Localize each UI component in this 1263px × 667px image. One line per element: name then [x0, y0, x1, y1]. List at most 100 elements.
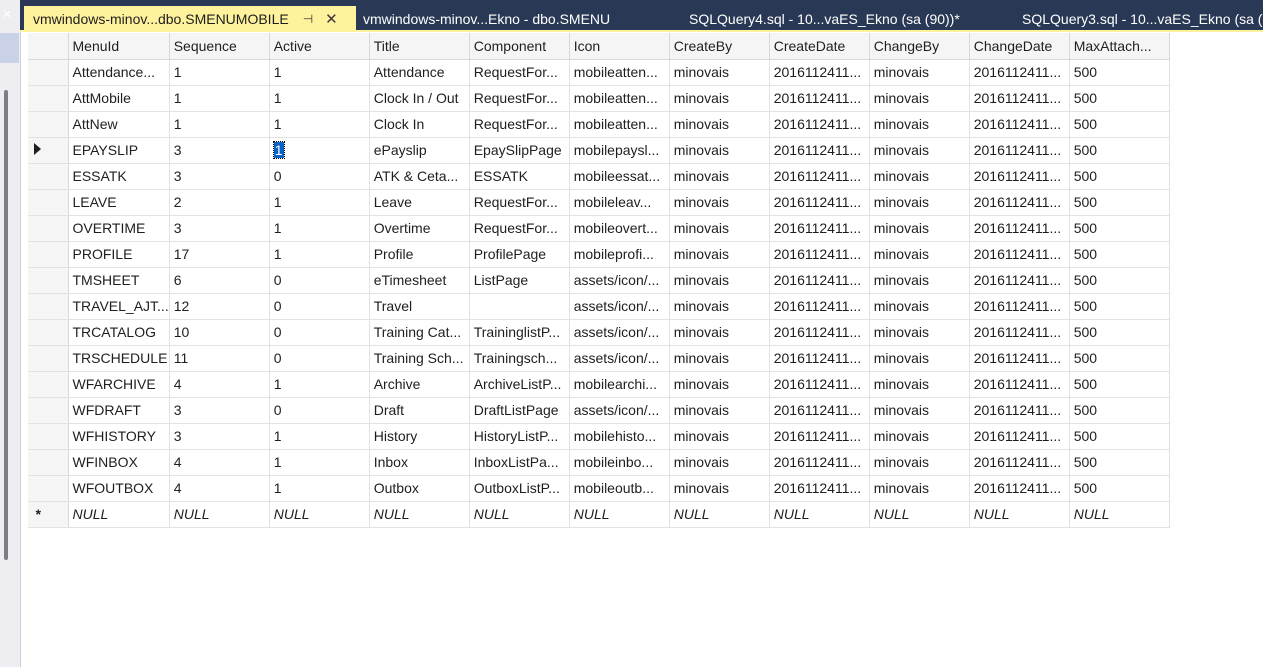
table-cell[interactable]: 1 [269, 85, 370, 112]
table-cell[interactable]: 500 [1069, 475, 1170, 502]
table-cell[interactable]: OutboxListP... [469, 475, 570, 502]
row-selector[interactable] [28, 241, 69, 268]
table-cell[interactable]: 1 [269, 111, 370, 138]
row-selector[interactable] [28, 267, 69, 294]
table-cell[interactable]: Travel [369, 293, 470, 320]
table-cell[interactable]: mobilepaysl... [569, 137, 670, 164]
table-row[interactable]: TRCATALOG 10 0 Training Cat... TraininglistP… [28, 319, 1170, 346]
table-cell[interactable]: TRCATALOG [68, 319, 170, 346]
table-cell[interactable] [469, 293, 570, 320]
row-selector[interactable] [28, 423, 69, 450]
table-cell[interactable]: 2016112411... [969, 59, 1070, 86]
row-selector[interactable] [28, 163, 69, 190]
close-icon[interactable]: ✕ [325, 10, 338, 28]
table-cell[interactable]: 2016112411... [969, 449, 1070, 476]
table-cell[interactable]: 1 [169, 111, 270, 138]
table-cell[interactable]: WFDRAFT [68, 397, 170, 424]
table-cell[interactable]: 2016112411... [769, 267, 870, 294]
table-cell[interactable]: 4 [169, 449, 270, 476]
table-cell[interactable]: minovais [669, 449, 770, 476]
table-cell[interactable]: minovais [869, 241, 970, 268]
table-cell[interactable]: 12 [169, 293, 270, 320]
table-cell[interactable]: NULL [1069, 501, 1170, 528]
results-grid[interactable]: MenuId Sequence Active Title Component Icon Cr… [28, 33, 1170, 528]
table-cell[interactable]: 0 [269, 293, 370, 320]
new-row[interactable]: * NULL NULL NULL NULL NULL NULL NULL NULL NULL NUL… [28, 501, 1170, 528]
table-cell[interactable]: 2016112411... [769, 449, 870, 476]
table-cell[interactable]: minovais [869, 371, 970, 398]
table-cell[interactable]: 1 [269, 371, 370, 398]
table-cell[interactable]: Trainingsch... [469, 345, 570, 372]
table-cell[interactable]: 2016112411... [769, 85, 870, 112]
column-header-changeby[interactable]: ChangeBy [869, 33, 970, 60]
table-cell[interactable]: ProfilePage [469, 241, 570, 268]
table-cell[interactable]: 2016112411... [769, 475, 870, 502]
pin-icon[interactable]: ⊣ [303, 12, 313, 26]
table-cell[interactable]: mobilehisto... [569, 423, 670, 450]
table-cell[interactable]: minovais [669, 345, 770, 372]
row-selector[interactable] [28, 345, 69, 372]
tab-smenumobile[interactable]: vmwindows-minov...dbo.SMENUMOBILE ⊣ ✕ [24, 6, 356, 32]
table-cell[interactable]: Overtime [369, 215, 470, 242]
table-cell[interactable]: Inbox [369, 449, 470, 476]
table-cell[interactable]: PROFILE [68, 241, 170, 268]
table-cell[interactable]: 500 [1069, 137, 1170, 164]
grid-corner[interactable] [28, 33, 69, 60]
table-cell[interactable]: assets/icon/... [569, 319, 670, 346]
table-cell[interactable]: 2016112411... [769, 345, 870, 372]
table-cell[interactable]: minovais [669, 59, 770, 86]
table-cell[interactable]: 500 [1069, 85, 1170, 112]
table-cell[interactable]: HistoryListP... [469, 423, 570, 450]
column-header-changedate[interactable]: ChangeDate [969, 33, 1070, 60]
table-cell[interactable]: mobileatten... [569, 59, 670, 86]
row-selector[interactable] [28, 111, 69, 138]
table-cell[interactable]: DraftListPage [469, 397, 570, 424]
table-cell[interactable]: 2016112411... [769, 189, 870, 216]
table-cell[interactable]: Attendance [369, 59, 470, 86]
table-cell[interactable]: 0 [269, 397, 370, 424]
table-cell[interactable]: NULL [969, 501, 1070, 528]
table-cell[interactable]: 2016112411... [769, 319, 870, 346]
table-cell[interactable]: minovais [869, 137, 970, 164]
table-cell[interactable]: minovais [869, 111, 970, 138]
table-cell[interactable]: minovais [669, 111, 770, 138]
table-cell[interactable]: 0 [269, 163, 370, 190]
table-cell[interactable]: 0 [269, 319, 370, 346]
table-row[interactable]: AttMobile 1 1 Clock In / Out RequestFor... mo… [28, 85, 1170, 112]
table-cell[interactable]: NULL [68, 501, 170, 528]
table-cell[interactable]: 500 [1069, 449, 1170, 476]
table-cell[interactable]: Clock In [369, 111, 470, 138]
table-cell[interactable]: minovais [669, 319, 770, 346]
table-cell[interactable]: 2016112411... [969, 163, 1070, 190]
table-cell[interactable]: 2016112411... [769, 111, 870, 138]
table-cell[interactable]: NULL [369, 501, 470, 528]
table-cell[interactable]: minovais [669, 137, 770, 164]
table-cell[interactable]: LEAVE [68, 189, 170, 216]
column-header-title[interactable]: Title [369, 33, 470, 60]
table-row[interactable]: AttNew 1 1 Clock In RequestFor... mobileatten… [28, 111, 1170, 138]
table-cell[interactable]: 2016112411... [969, 293, 1070, 320]
table-cell[interactable]: 2016112411... [969, 423, 1070, 450]
tab-sqlquery3[interactable]: SQLQuery3.sql - 10...vaES_Ekno (sa (6 [1013, 6, 1263, 32]
column-header-menuid[interactable]: MenuId [68, 33, 170, 60]
table-cell[interactable]: ATK & Ceta... [369, 163, 470, 190]
table-cell[interactable]: OVERTIME [68, 215, 170, 242]
left-panel-close-icon[interactable]: × [0, 6, 14, 24]
row-selector[interactable] [28, 215, 69, 242]
table-cell[interactable]: 1 [269, 189, 370, 216]
table-cell[interactable]: assets/icon/... [569, 267, 670, 294]
table-cell[interactable]: RequestFor... [469, 215, 570, 242]
column-header-maxattach[interactable]: MaxAttach... [1069, 33, 1170, 60]
table-cell[interactable]: 500 [1069, 189, 1170, 216]
row-selector[interactable] [28, 475, 69, 502]
table-cell[interactable]: 2016112411... [969, 345, 1070, 372]
table-cell[interactable]: 3 [169, 423, 270, 450]
table-cell[interactable]: 2016112411... [969, 397, 1070, 424]
table-cell[interactable]: TMSHEET [68, 267, 170, 294]
row-selector[interactable]: * [28, 501, 69, 528]
table-cell[interactable]: 2016112411... [969, 111, 1070, 138]
table-cell[interactable]: EPAYSLIP [68, 137, 170, 164]
row-selector[interactable] [28, 59, 69, 86]
table-cell[interactable]: 0 [269, 345, 370, 372]
table-cell[interactable]: 2016112411... [969, 319, 1070, 346]
